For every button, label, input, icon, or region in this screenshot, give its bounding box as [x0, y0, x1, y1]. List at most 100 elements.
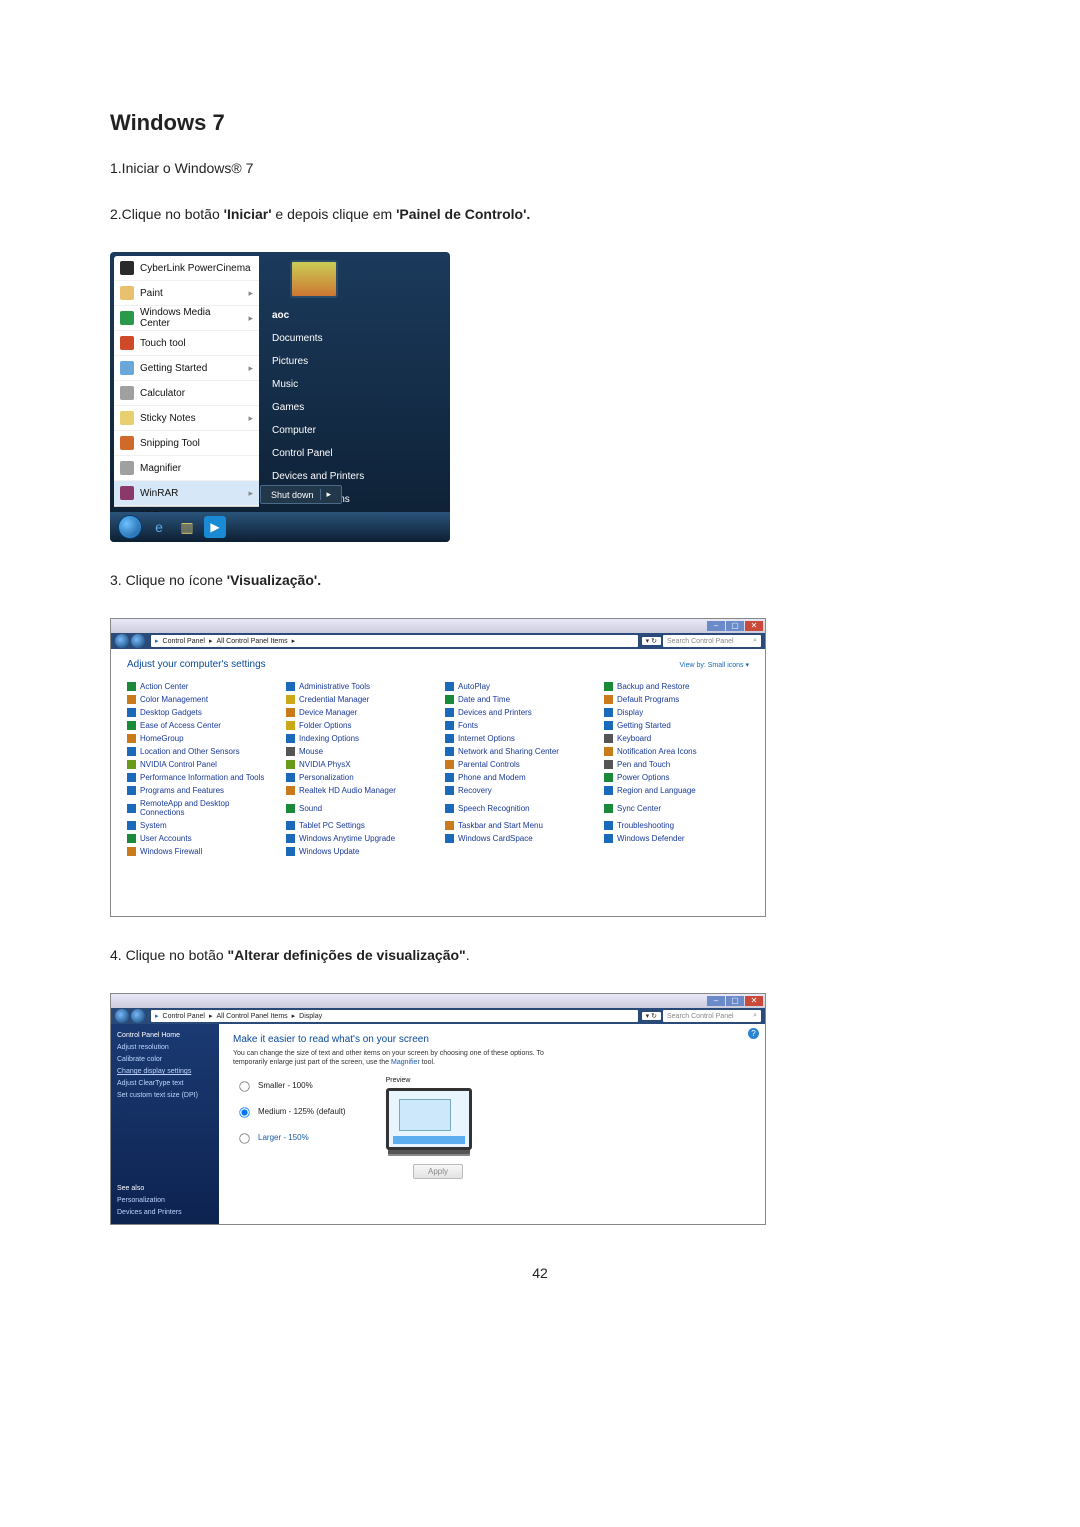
explorer-icon[interactable]: ▥: [176, 516, 198, 538]
start-right-link[interactable]: Computer: [260, 419, 446, 442]
start-orb-icon[interactable]: [118, 515, 142, 539]
search-input[interactable]: Search Control Panel ⌕: [663, 635, 761, 647]
cp-item[interactable]: Keyboard: [604, 734, 749, 743]
start-menu-program[interactable]: Snipping Tool: [114, 431, 259, 456]
cp-item[interactable]: Date and Time: [445, 695, 590, 704]
cp-item[interactable]: Sync Center: [604, 799, 749, 817]
cp-item[interactable]: Ease of Access Center: [127, 721, 272, 730]
cp-home-link[interactable]: Control Panel Home: [117, 1032, 213, 1039]
close-button[interactable]: ✕: [745, 621, 763, 631]
cp-item[interactable]: Sound: [286, 799, 431, 817]
cp-item[interactable]: Windows Defender: [604, 834, 749, 843]
start-menu-program[interactable]: WinRAR▸: [114, 481, 259, 506]
sidebar-adjust-resolution[interactable]: Adjust resolution: [117, 1044, 213, 1051]
cp-item[interactable]: Recovery: [445, 786, 590, 795]
cp-item[interactable]: NVIDIA Control Panel: [127, 760, 272, 769]
cp-item[interactable]: Color Management: [127, 695, 272, 704]
cp-item[interactable]: Realtek HD Audio Manager: [286, 786, 431, 795]
start-right-link[interactable]: Documents: [260, 327, 446, 350]
radio-smaller[interactable]: Smaller - 100%: [233, 1077, 346, 1093]
cp-item[interactable]: Location and Other Sensors: [127, 747, 272, 756]
cp-item[interactable]: Windows CardSpace: [445, 834, 590, 843]
cp-item[interactable]: Speech Recognition: [445, 799, 590, 817]
cp-item[interactable]: Region and Language: [604, 786, 749, 795]
forward-button[interactable]: [131, 1009, 145, 1023]
cp-item[interactable]: Folder Options: [286, 721, 431, 730]
radio-medium[interactable]: Medium - 125% (default): [233, 1103, 346, 1119]
cp-item[interactable]: Parental Controls: [445, 760, 590, 769]
cp-item[interactable]: NVIDIA PhysX: [286, 760, 431, 769]
shutdown-button[interactable]: Shut down ▸: [260, 485, 342, 504]
crumb-a[interactable]: Control Panel: [163, 1013, 205, 1020]
cp-item[interactable]: Backup and Restore: [604, 682, 749, 691]
view-by-dropdown[interactable]: View by: Small icons ▾: [679, 661, 749, 669]
minimize-button[interactable]: –: [707, 621, 725, 631]
cp-item[interactable]: Programs and Features: [127, 786, 272, 795]
radio-larger[interactable]: Larger - 150%: [233, 1129, 346, 1145]
magnifier-link[interactable]: Magnifier: [391, 1059, 420, 1066]
sidebar-custom-dpi[interactable]: Set custom text size (DPI): [117, 1092, 213, 1099]
start-menu-program[interactable]: CyberLink PowerCinema: [114, 256, 259, 281]
start-menu-program[interactable]: Sticky Notes▸: [114, 406, 259, 431]
media-player-icon[interactable]: ▶: [204, 516, 226, 538]
cp-item[interactable]: HomeGroup: [127, 734, 272, 743]
ie-icon[interactable]: e: [148, 516, 170, 538]
crumb-a[interactable]: Control Panel: [163, 638, 205, 645]
start-menu-program[interactable]: Paint▸: [114, 281, 259, 306]
cp-item[interactable]: Tablet PC Settings: [286, 821, 431, 830]
start-right-link[interactable]: Control Panel: [260, 442, 446, 465]
back-button[interactable]: [115, 634, 129, 648]
cp-item[interactable]: Action Center: [127, 682, 272, 691]
sidebar-calibrate-color[interactable]: Calibrate color: [117, 1056, 213, 1063]
cp-item[interactable]: Default Programs: [604, 695, 749, 704]
start-right-link[interactable]: Music: [260, 373, 446, 396]
cp-item[interactable]: Performance Information and Tools: [127, 773, 272, 782]
sidebar-change-display-settings[interactable]: Change display settings: [117, 1068, 213, 1075]
search-input[interactable]: Search Control Panel ⌕: [663, 1010, 761, 1022]
cp-item[interactable]: Taskbar and Start Menu: [445, 821, 590, 830]
crumb-b[interactable]: All Control Panel Items: [216, 638, 287, 645]
cp-item[interactable]: Device Manager: [286, 708, 431, 717]
cp-item[interactable]: Mouse: [286, 747, 431, 756]
crumb-b[interactable]: All Control Panel Items: [216, 1013, 287, 1020]
chevron-right-icon[interactable]: ▸: [320, 489, 332, 500]
cp-item[interactable]: RemoteApp and Desktop Connections: [127, 799, 272, 817]
cp-item[interactable]: User Accounts: [127, 834, 272, 843]
start-menu-program[interactable]: Magnifier: [114, 456, 259, 481]
close-button[interactable]: ✕: [745, 996, 763, 1006]
maximize-button[interactable]: ▢: [726, 996, 744, 1006]
user-name[interactable]: aoc: [260, 304, 446, 327]
cp-item[interactable]: Fonts: [445, 721, 590, 730]
see-also-personalization[interactable]: Personalization: [117, 1197, 213, 1204]
start-right-link[interactable]: Pictures: [260, 350, 446, 373]
cp-item[interactable]: Network and Sharing Center: [445, 747, 590, 756]
back-button[interactable]: [115, 1009, 129, 1023]
cp-item[interactable]: Devices and Printers: [445, 708, 590, 717]
cp-item[interactable]: Windows Update: [286, 847, 431, 856]
cp-item[interactable]: Display: [604, 708, 749, 717]
crumb-c[interactable]: Display: [299, 1013, 322, 1020]
start-right-link[interactable]: Games: [260, 396, 446, 419]
start-menu-program[interactable]: Windows Media Center▸: [114, 306, 259, 331]
breadcrumb[interactable]: ▸ Control Panel▸ All Control Panel Items…: [151, 1010, 638, 1022]
see-also-devices[interactable]: Devices and Printers: [117, 1209, 213, 1216]
cp-item[interactable]: Internet Options: [445, 734, 590, 743]
cp-item[interactable]: Windows Firewall: [127, 847, 272, 856]
start-menu-program[interactable]: Touch tool: [114, 331, 259, 356]
maximize-button[interactable]: ▢: [726, 621, 744, 631]
cp-item[interactable]: Desktop Gadgets: [127, 708, 272, 717]
user-avatar-icon[interactable]: [290, 260, 338, 298]
breadcrumb[interactable]: ▸ Control Panel▸ All Control Panel Items…: [151, 635, 638, 647]
cp-item[interactable]: Credential Manager: [286, 695, 431, 704]
cp-item[interactable]: AutoPlay: [445, 682, 590, 691]
cp-item[interactable]: Getting Started: [604, 721, 749, 730]
apply-button[interactable]: Apply: [413, 1164, 463, 1179]
minimize-button[interactable]: –: [707, 996, 725, 1006]
cp-item[interactable]: Power Options: [604, 773, 749, 782]
cp-item[interactable]: Phone and Modem: [445, 773, 590, 782]
window-titlebar[interactable]: –▢✕: [111, 994, 765, 1008]
start-menu-program[interactable]: Calculator: [114, 381, 259, 406]
cp-item[interactable]: Troubleshooting: [604, 821, 749, 830]
sidebar-cleartype[interactable]: Adjust ClearType text: [117, 1080, 213, 1087]
cp-item[interactable]: Administrative Tools: [286, 682, 431, 691]
